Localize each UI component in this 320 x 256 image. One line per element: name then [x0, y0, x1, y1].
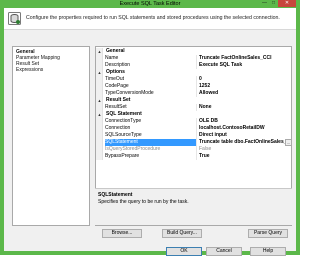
property-value[interactable]: 0 — [197, 76, 291, 83]
property-name: CodePage — [105, 83, 197, 90]
property-name: SQLSourceType — [105, 132, 197, 139]
property-name: TimeOut — [105, 76, 197, 83]
property-row-bypassprepare[interactable]: BypassPrepare True — [96, 153, 291, 160]
category-sql-statement[interactable]: ▲ SQL Statement — [96, 111, 291, 118]
property-value[interactable]: Execute SQL Task — [197, 62, 291, 69]
property-row-typeconversionmode[interactable]: TypeConversionMode Allowed — [96, 90, 291, 97]
property-value[interactable]: None — [197, 104, 291, 111]
dialog-window: Execute SQL Task Editor — □ ✕ Configure … — [0, 0, 300, 256]
collapse-icon[interactable]: ▲ — [97, 112, 102, 117]
property-name: Description — [105, 62, 197, 69]
property-row-connectiontype[interactable]: ConnectionType OLE DB — [96, 118, 291, 125]
property-row-description[interactable]: Description Execute SQL Task — [96, 62, 291, 69]
description-title: SQLStatement — [98, 192, 133, 198]
property-name: IsQueryStoredProcedure — [105, 146, 197, 153]
parse-query-button[interactable]: Parse Query — [248, 229, 288, 238]
property-value[interactable]: localhost.ContosoRetailDW — [197, 125, 291, 132]
maximize-button[interactable]: □ — [269, 0, 278, 7]
property-row-sqlstatement[interactable]: SQLStatement Truncate table dbo.FactOnli… — [96, 139, 291, 146]
collapse-icon[interactable]: ▲ — [97, 70, 102, 75]
category-label: SQL Statement — [106, 111, 142, 117]
description-panel: SQLStatement Specifies the query to be r… — [95, 188, 292, 225]
property-row-timeout[interactable]: TimeOut 0 — [96, 76, 291, 83]
property-row-sqlsourcetype[interactable]: SQLSourceType Direct input — [96, 132, 291, 139]
property-name: ConnectionType — [105, 118, 197, 125]
ellipsis-button[interactable]: ... — [285, 139, 291, 146]
property-name: SQLStatement — [105, 139, 197, 146]
property-row-resultset[interactable]: ResultSet None — [96, 104, 291, 111]
property-row-codepage[interactable]: CodePage 1252 — [96, 83, 291, 90]
dialog-client: Configure the properties required to run… — [4, 8, 296, 256]
property-name: BypassPrepare — [105, 153, 197, 160]
property-value[interactable]: Direct input — [197, 132, 291, 139]
property-row-isquerystoredprocedure[interactable]: IsQueryStoredProcedure False — [96, 146, 291, 153]
category-label: General — [106, 48, 125, 54]
header-description: Configure the properties required to run… — [26, 15, 280, 21]
minimize-button[interactable]: — — [260, 0, 269, 7]
property-value[interactable]: Allowed — [197, 90, 291, 97]
window-title: Execute SQL Task Editor — [119, 1, 181, 7]
property-name: ResultSet — [105, 104, 197, 111]
collapse-icon[interactable]: ▲ — [97, 49, 102, 54]
category-general[interactable]: ▲ General — [96, 48, 291, 55]
property-name: Name — [105, 55, 197, 62]
close-button[interactable]: ✕ — [278, 0, 296, 7]
page-list: General Parameter Mapping Result Set Exp… — [12, 46, 90, 226]
build-query-button[interactable]: Build Query... — [162, 229, 202, 238]
browse-button[interactable]: Browse... — [102, 229, 142, 238]
sql-task-icon — [8, 12, 21, 25]
property-name: Connection — [105, 125, 197, 132]
property-value[interactable]: Truncate table dbo.FactOnlineSales_SSIS — [197, 139, 285, 146]
property-value[interactable]: 1252 — [197, 83, 291, 90]
property-value: False — [199, 146, 212, 152]
category-label: Result Set — [106, 97, 131, 103]
property-name: TypeConversionMode — [105, 90, 197, 97]
sidebar-item-expressions[interactable]: Expressions — [16, 67, 43, 73]
property-row-name[interactable]: Name Truncate FactOnlineSales_CCI — [96, 55, 291, 62]
property-value[interactable]: OLE DB — [197, 118, 291, 125]
property-row-connection[interactable]: Connection localhost.ContosoRetailDW — [96, 125, 291, 132]
header-area: Configure the properties required to run… — [4, 8, 296, 30]
category-label: Options — [106, 69, 125, 75]
category-result-set[interactable]: ▲ Result Set — [96, 97, 291, 104]
description-text: Specifies the query to be run by the tas… — [98, 199, 189, 205]
collapse-icon[interactable]: ▲ — [97, 98, 102, 103]
category-options[interactable]: ▲ Options — [96, 69, 291, 76]
property-value[interactable]: Truncate FactOnlineSales_CCI — [197, 55, 291, 62]
property-value[interactable]: True — [197, 153, 291, 160]
